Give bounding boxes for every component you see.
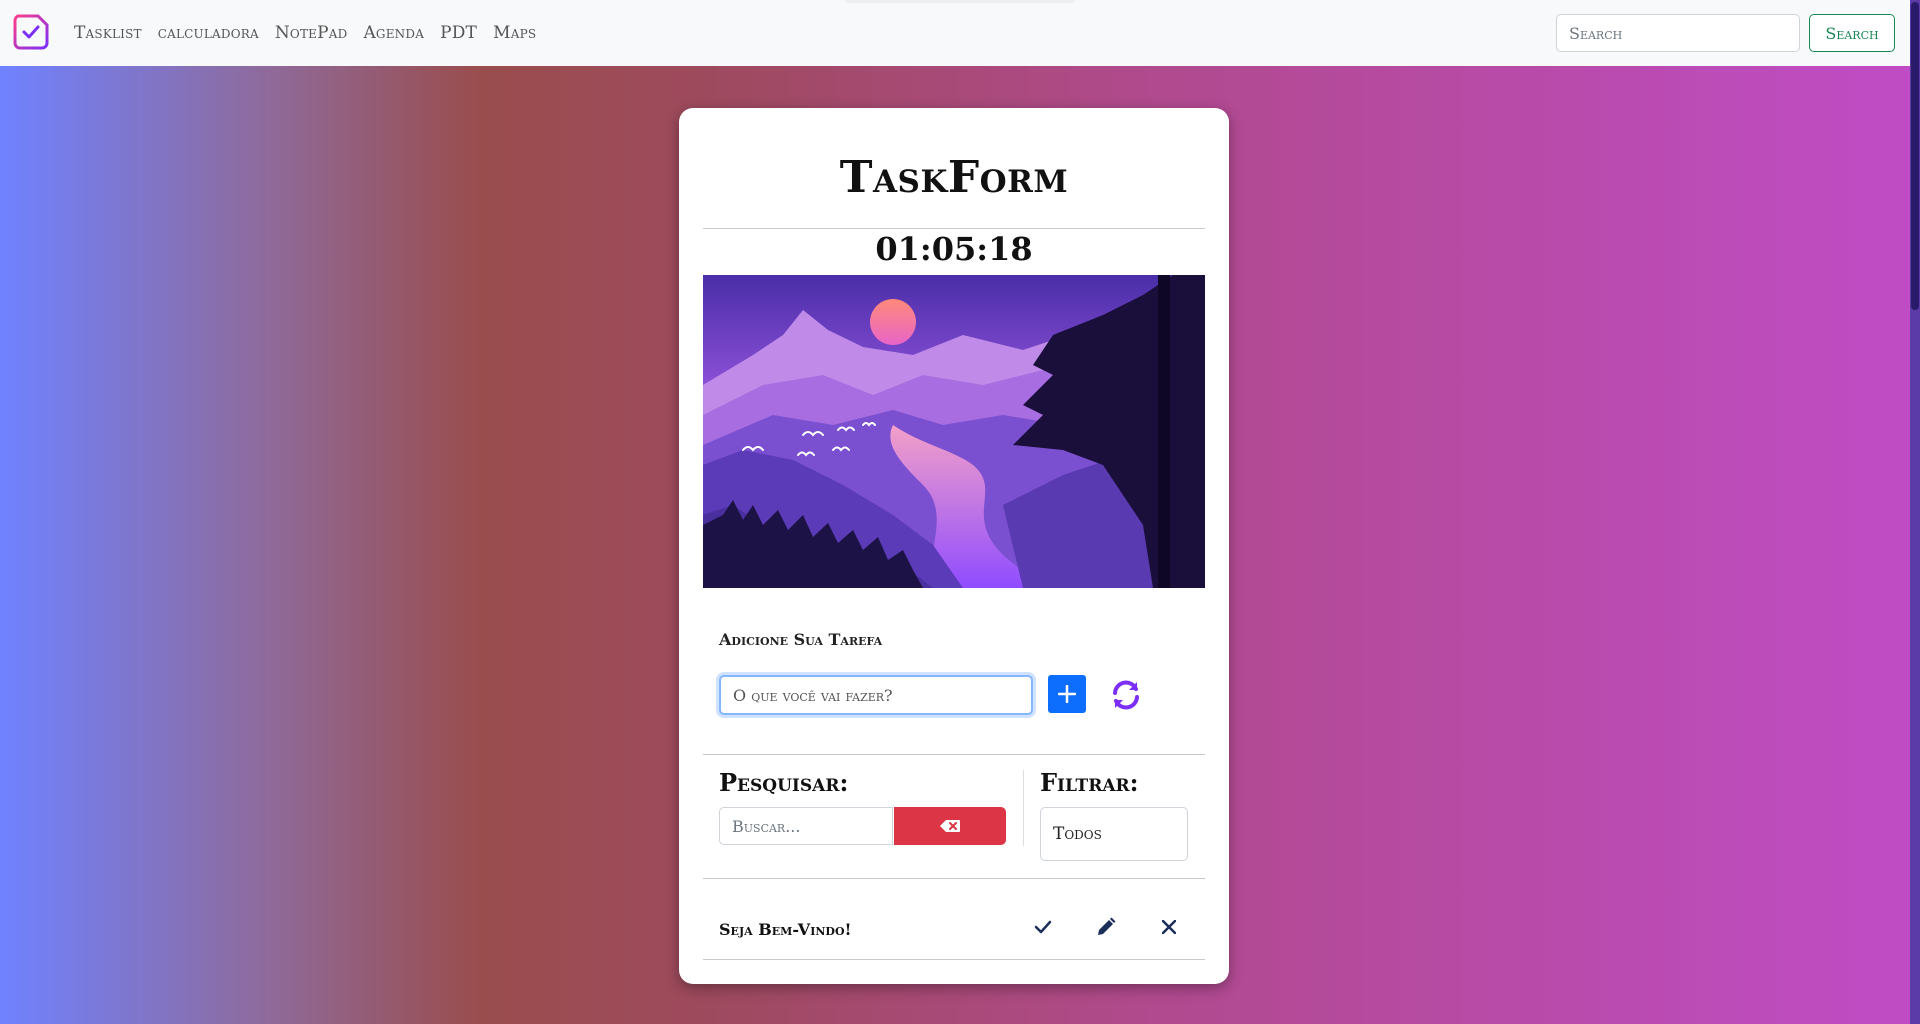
navbar: Tasklist calculadora NotePad Agenda PDT …	[0, 0, 1910, 66]
clear-search-button[interactable]	[894, 807, 1006, 845]
page-title: TaskForm	[839, 152, 1069, 203]
check-icon	[1034, 920, 1052, 934]
nav-link-agenda[interactable]: Agenda	[363, 23, 424, 43]
landscape-image	[703, 275, 1205, 588]
backspace-icon	[940, 820, 960, 832]
nav-link-tasklist[interactable]: Tasklist	[74, 23, 142, 43]
vertical-divider	[1023, 770, 1024, 846]
task-item-text: Seja Bem-Vindo!	[719, 920, 852, 939]
add-task-button[interactable]	[1048, 675, 1086, 713]
top-overlay-tab	[845, 0, 1075, 3]
clock-display: 01:05:18	[875, 230, 1033, 268]
divider	[703, 959, 1205, 960]
checklist-logo-icon[interactable]	[12, 13, 50, 51]
search-section-title: Pesquisar:	[719, 768, 849, 797]
navbar-search-input[interactable]	[1556, 14, 1800, 52]
complete-task-button[interactable]	[1028, 912, 1058, 942]
divider	[703, 754, 1205, 755]
nav-link-notepad[interactable]: NotePad	[275, 23, 348, 43]
plus-icon	[1058, 685, 1076, 703]
refresh-icon[interactable]	[1109, 678, 1143, 712]
divider	[703, 878, 1205, 879]
delete-task-button[interactable]	[1154, 912, 1184, 942]
nav-link-calculadora[interactable]: calculadora	[158, 23, 259, 43]
add-task-label: Adicione Sua Tarefa	[719, 630, 883, 649]
nav-link-pdt[interactable]: PDT	[440, 23, 477, 43]
navbar-search-button[interactable]: Search	[1809, 14, 1895, 52]
nav-links: Tasklist calculadora NotePad Agenda PDT …	[74, 0, 536, 66]
task-search-input[interactable]	[719, 807, 893, 845]
filter-select[interactable]: Todos	[1040, 807, 1188, 861]
divider	[703, 228, 1205, 229]
filter-section-title: Filtrar:	[1040, 768, 1139, 797]
pencil-icon	[1098, 917, 1116, 935]
task-input[interactable]	[719, 675, 1033, 715]
edit-task-button[interactable]	[1091, 912, 1121, 942]
close-icon	[1162, 920, 1176, 934]
nav-link-maps[interactable]: Maps	[493, 23, 536, 43]
task-card: TaskForm 01:05:18 Adicione Sua Tarefa O …	[679, 108, 1229, 984]
scrollbar-thumb[interactable]	[1911, 2, 1919, 310]
